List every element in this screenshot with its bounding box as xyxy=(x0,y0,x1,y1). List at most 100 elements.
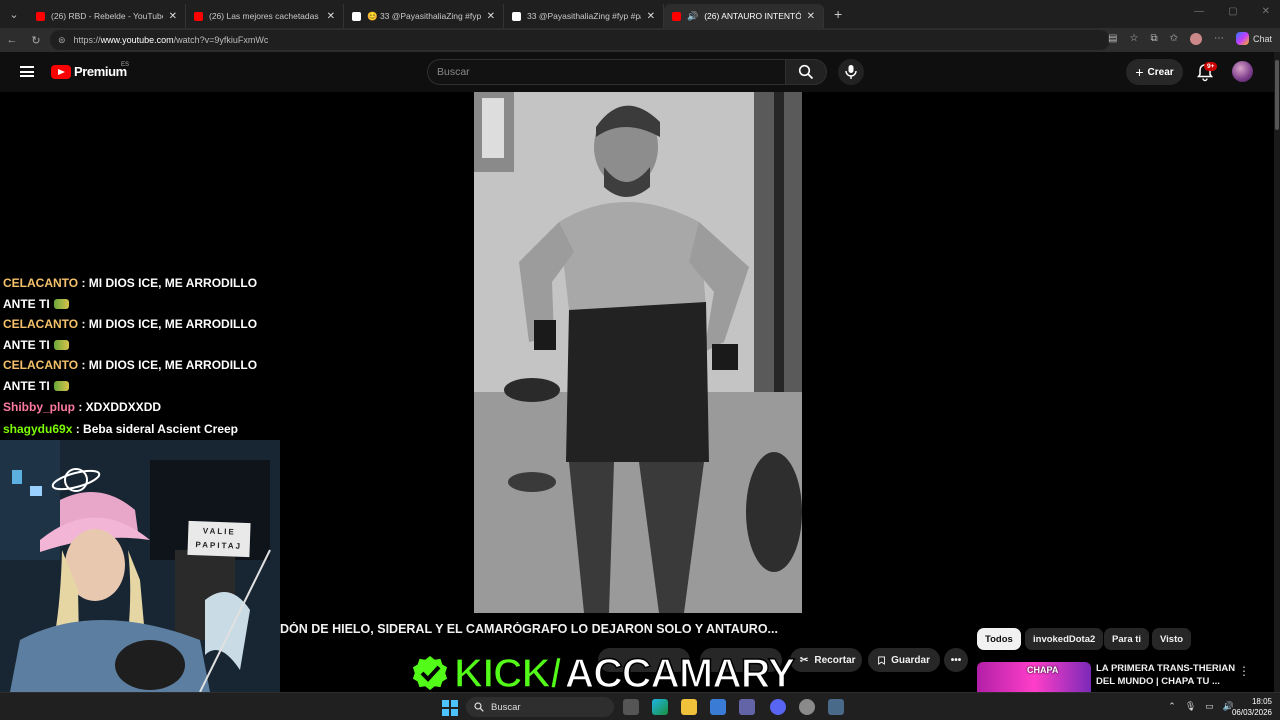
taskbar-search[interactable]: Buscar xyxy=(466,697,614,717)
chat-username: Shibby_plup xyxy=(3,400,75,414)
recommended-video-title[interactable]: LA PRIMERA TRANS-THERIAN DEL MUNDO | CHA… xyxy=(1096,662,1236,688)
close-tab-icon[interactable]: ✕ xyxy=(807,11,815,22)
webcam-sign: VALIE PAPITAJ xyxy=(187,520,251,558)
chat-text-cont: ANTE TI xyxy=(3,337,50,352)
kick-brand-text: KICK/ xyxy=(453,650,562,696)
more-menu-icon[interactable]: ⋯ xyxy=(1214,33,1224,44)
stream-chat-overlay: CELACANTO : MI DIOS ICE, ME ARRODILLO AN… xyxy=(3,276,273,439)
youtube-favicon-icon xyxy=(194,11,203,21)
favorites-icon[interactable]: ✩ xyxy=(1170,33,1178,44)
youtube-logo-icon[interactable] xyxy=(51,65,71,79)
audio-playing-icon[interactable]: 🔊 xyxy=(687,11,698,22)
discord-icon[interactable] xyxy=(770,699,786,715)
search-button[interactable] xyxy=(785,59,827,85)
teams-icon[interactable] xyxy=(739,699,755,715)
settings-gear-icon[interactable] xyxy=(828,699,844,715)
search-icon xyxy=(474,702,484,712)
chip-visto[interactable]: Visto xyxy=(1152,628,1192,650)
window-controls: — ▢ ✕ xyxy=(1194,6,1270,17)
copilot-icon xyxy=(1235,32,1249,45)
voice-search-button[interactable] xyxy=(838,59,864,85)
browser-tab-1[interactable]: (26) Las mejores cachetadas de Ar ✕ xyxy=(186,4,344,28)
network-icon[interactable]: ▭ xyxy=(1205,701,1214,712)
close-tab-icon[interactable]: ✕ xyxy=(647,11,655,22)
verified-check-icon xyxy=(411,654,449,692)
recommended-video-thumbnail[interactable]: CHAPA xyxy=(977,662,1091,692)
browser-tab-4-active[interactable]: 🔊 (26) ANTAURO INTENTÓ ENF ✕ xyxy=(664,4,824,28)
browser-tab-title: (26) ANTAURO INTENTÓ ENF xyxy=(704,11,801,21)
edge-icon[interactable] xyxy=(652,699,668,715)
chat-message: Shibby_plup : XDXDDXXDD xyxy=(3,397,273,418)
store-icon[interactable] xyxy=(710,699,726,715)
maximize-icon[interactable]: ▢ xyxy=(1228,6,1237,17)
minimize-icon[interactable]: — xyxy=(1194,6,1204,17)
clock-date: 06/03/2026 xyxy=(1231,707,1272,717)
chat-username: shagydu69x xyxy=(3,421,73,436)
profile-avatar-icon[interactable] xyxy=(1189,32,1202,45)
close-tab-icon[interactable]: ✕ xyxy=(327,11,335,22)
file-explorer-icon[interactable] xyxy=(681,699,697,715)
kick-channel-name: ACCAMARY xyxy=(564,650,796,696)
chat-label: Chat xyxy=(1252,33,1272,44)
extensions-icon[interactable]: ⧉ xyxy=(1150,33,1157,44)
chip-para-ti[interactable]: Para ti xyxy=(1104,628,1150,650)
emote-icon xyxy=(53,299,69,310)
close-tab-icon[interactable]: ✕ xyxy=(487,11,495,22)
plus-icon: + xyxy=(1135,64,1144,80)
create-label: Crear xyxy=(1147,66,1174,78)
save-button[interactable]: Guardar xyxy=(868,648,940,672)
logo-premium-text[interactable]: Premium xyxy=(74,64,127,79)
browser-tab-0[interactable]: (26) RBD - Rebelde - YouTube ✕ xyxy=(28,4,186,28)
chip-todos[interactable]: Todos xyxy=(977,628,1021,650)
webcam-scene xyxy=(0,440,280,692)
site-info-icon[interactable]: ⊜ xyxy=(58,35,66,46)
new-tab-icon[interactable]: + xyxy=(834,6,842,22)
chat-message: CELACANTO : MI DIOS ICE, ME ARRODILLO AN… xyxy=(3,314,273,355)
copilot-chat-button[interactable]: Chat xyxy=(1235,32,1272,45)
chat-text: : MI DIOS ICE, ME ARRODILLO xyxy=(81,276,258,290)
create-button[interactable]: + Crear xyxy=(1126,59,1183,85)
task-view-icon[interactable] xyxy=(623,699,639,715)
system-tray: ⌃ 🎙 ▭ 🔊 xyxy=(1168,701,1234,712)
hamburger-menu-icon[interactable] xyxy=(20,66,34,77)
more-actions-button[interactable]: ••• xyxy=(944,648,968,672)
windows-start-icon[interactable] xyxy=(442,700,458,716)
chat-username: CELACANTO xyxy=(3,358,79,372)
youtube-favicon-icon xyxy=(36,11,45,21)
scrollbar-thumb[interactable] xyxy=(1275,60,1279,130)
tab-list-menu-icon[interactable]: ⌄ xyxy=(0,0,28,28)
scissors-icon: ✂ xyxy=(800,654,809,666)
browser-tab-2[interactable]: 😊 33 @PayasithaliaZing #fyp #pa ✕ xyxy=(344,4,504,28)
browser-tab-3[interactable]: 33 @PayasithaliaZing #fyp #pa ✕ xyxy=(504,4,664,28)
url-text: https://www.youtube.com/watch?v=9yfkiuFx… xyxy=(73,35,269,45)
bookmark-icon xyxy=(878,656,885,665)
url-field[interactable]: ⊜ https://www.youtube.com/watch?v=9yfkiu… xyxy=(50,30,1110,50)
video-content-illustration xyxy=(474,92,802,613)
video-title: DÓN DE HIELO, SIDERAL Y EL CAMARÓGRAFO L… xyxy=(280,622,778,636)
taskbar-clock[interactable]: 18:05 06/03/2026 xyxy=(1232,697,1272,718)
favorite-star-icon[interactable]: ☆ xyxy=(1129,33,1138,44)
close-window-icon[interactable]: ✕ xyxy=(1262,6,1270,17)
search-input[interactable] xyxy=(437,66,785,78)
account-avatar[interactable] xyxy=(1232,61,1253,82)
video-frame-image xyxy=(474,92,802,613)
browser-tab-title: 😊 33 @PayasithaliaZing #fyp #pa xyxy=(367,10,481,21)
chat-text: : MI DIOS ICE, ME ARRODILLO xyxy=(81,358,258,372)
microphone-tray-icon[interactable]: 🎙 xyxy=(1185,701,1196,712)
youtube-header: Premium ES + Crear 9+ xyxy=(0,52,1280,92)
youtube-favicon-icon xyxy=(672,11,681,21)
microphone-icon xyxy=(845,65,857,79)
reload-icon[interactable]: ↻ xyxy=(24,34,48,47)
thumbnail-text: CHAPA xyxy=(1027,665,1059,675)
chat-text-cont: ANTE TI xyxy=(3,378,50,393)
obs-icon[interactable] xyxy=(799,699,815,715)
reading-view-icon[interactable]: ▤ xyxy=(1108,33,1117,44)
video-options-kebab-icon[interactable]: ⋮ xyxy=(1238,664,1250,678)
chip-invokeddota2[interactable]: invokedDota2 xyxy=(1025,628,1104,650)
back-icon[interactable]: ← xyxy=(0,34,24,46)
chat-message: CELACANTO : MI DIOS ICE, ME ARRODILLO AN… xyxy=(3,273,273,314)
close-tab-icon[interactable]: ✕ xyxy=(169,11,177,22)
clip-button[interactable]: ✂ Recortar xyxy=(790,648,862,672)
tray-overflow-icon[interactable]: ⌃ xyxy=(1168,701,1176,712)
page-scrollbar[interactable] xyxy=(1274,52,1280,692)
